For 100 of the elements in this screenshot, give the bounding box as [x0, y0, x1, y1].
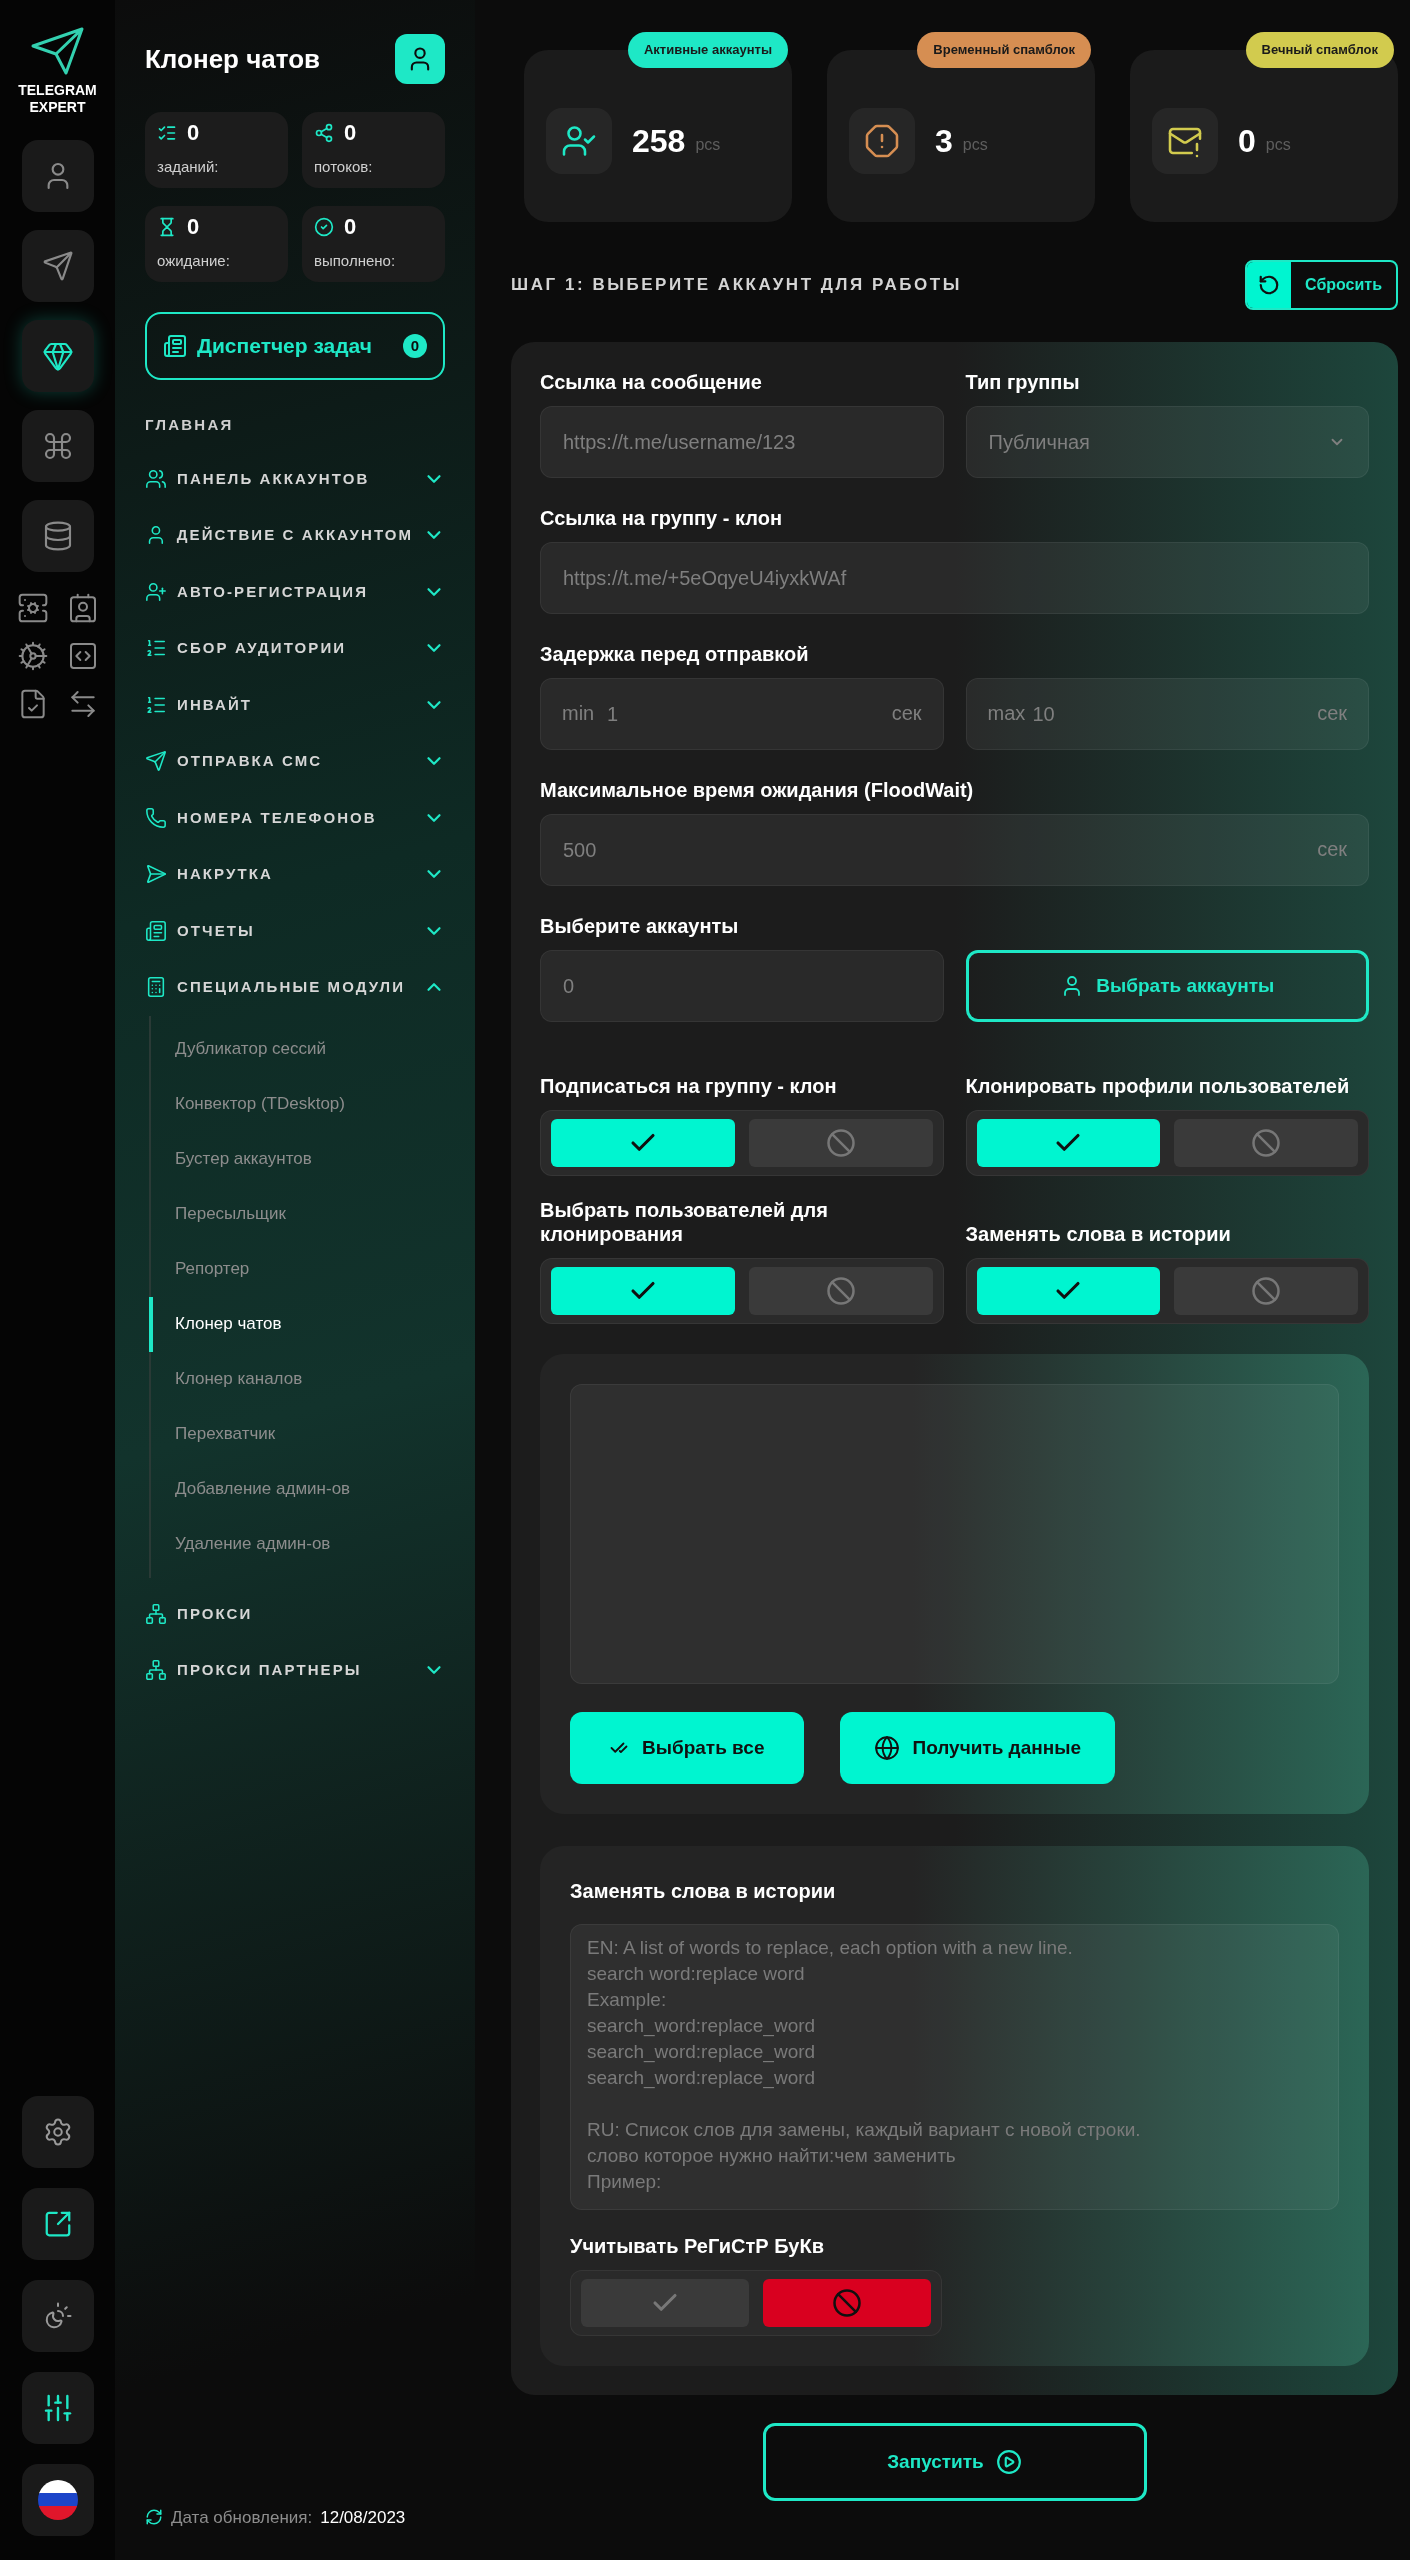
hourglass-icon	[157, 217, 177, 237]
submenu-item[interactable]: Пересыльщик	[149, 1186, 445, 1242]
field-prefix: min	[562, 701, 595, 726]
stat-value: 0	[1238, 122, 1256, 161]
submenu-item[interactable]: Клонер каналов	[149, 1351, 445, 1407]
field-label: Учитывать РеГиСтР БуКв	[570, 2234, 825, 2258]
nav-item[interactable]: СБОР АУДИТОРИИ	[145, 620, 445, 677]
logo-text: TELEGRAM	[18, 82, 97, 99]
yes-no-toggle[interactable]	[540, 1258, 944, 1324]
globe-icon	[874, 1735, 901, 1761]
ban-icon	[825, 1128, 856, 1158]
nav-item[interactable]: НОМЕРА ТЕЛЕФОНОВ	[145, 789, 445, 846]
submenu-item[interactable]: Удаление админ-ов	[149, 1516, 445, 1572]
nav-item[interactable]: ИНВАЙТ	[145, 676, 445, 733]
stat-unit: pcs	[962, 135, 988, 155]
octagon-alert-icon	[864, 123, 900, 159]
submenu-item[interactable]: Конвектор (TDesktop)	[149, 1076, 445, 1132]
language-button[interactable]	[21, 2464, 94, 2536]
yes-no-toggle[interactable]	[965, 1258, 1369, 1324]
counter-value: 0	[187, 122, 200, 144]
field-label: Ссылка на группу - клон	[540, 506, 783, 530]
section-title: Заменять слова в истории	[570, 1879, 837, 1904]
field-label: Выберите аккаунты	[540, 914, 740, 938]
counter-label: потоков:	[314, 156, 374, 177]
fetch-data-button[interactable]: Получить данные	[840, 1712, 1115, 1784]
submenu-item[interactable]: Бустер аккаунтов	[149, 1131, 445, 1187]
field-label: Тип группы	[965, 370, 1081, 394]
external-link-button[interactable]	[21, 2188, 94, 2260]
stat-value: 3	[935, 122, 953, 161]
submenu-item[interactable]: Перехватчик	[149, 1406, 445, 1462]
reset-button[interactable]: Сбросить	[1245, 260, 1398, 310]
yes-no-toggle[interactable]	[570, 2270, 942, 2336]
nav-item[interactable]: ПАНЕЛЬ АККАУНТОВ	[145, 450, 445, 507]
nav-item[interactable]: ДЕЙСТВИЕ С АККАУНТОМ	[145, 507, 445, 564]
counter-value: 0	[344, 216, 357, 238]
select-accounts-button[interactable]: Выбрать аккаунты	[965, 950, 1369, 1022]
settings-button[interactable]	[21, 2096, 94, 2168]
nav-item[interactable]: ОТЧЕТЫ	[145, 902, 445, 959]
newspaper-icon	[145, 919, 167, 942]
submenu-item[interactable]: Клонер чатов	[149, 1296, 445, 1352]
nav-item[interactable]: НАКРУТКА	[145, 846, 445, 903]
theme-button[interactable]	[21, 2280, 94, 2352]
field-label: Задержка перед отправкой	[540, 642, 810, 666]
calculator-icon	[145, 976, 167, 999]
send-icon	[145, 863, 167, 886]
submenu-item[interactable]: Дубликатор сессий	[149, 1021, 445, 1077]
update-date: 12/08/2023	[320, 2506, 406, 2529]
submenu-item[interactable]: Репортер	[149, 1241, 445, 1297]
stat-unit: pcs	[695, 135, 721, 155]
ban-icon	[832, 2288, 862, 2318]
field-label: Заменять слова в истории	[965, 1222, 1231, 1246]
phone-icon	[145, 806, 167, 829]
field-prefix: max	[987, 701, 1026, 726]
logo-icon	[29, 26, 86, 76]
stat-value: 258	[632, 122, 686, 161]
nav-item[interactable]: ОТПРАВКА СМС	[145, 733, 445, 790]
nav-item[interactable]: ПРОКСИ	[145, 1585, 445, 1642]
counter-label: заданий:	[157, 156, 220, 177]
task-manager-button[interactable]: Диспетчер задач 0	[145, 312, 445, 380]
field-label: Клонировать профили пользователей	[965, 1074, 1350, 1098]
field-label: Подписаться на группу - клон	[540, 1074, 837, 1098]
play-icon	[995, 2449, 1022, 2475]
yes-no-toggle[interactable]	[965, 1110, 1369, 1176]
users-icon	[145, 467, 167, 490]
gem-icon	[41, 340, 74, 372]
network-icon	[145, 1602, 167, 1625]
select-all-button[interactable]: Выбрать все	[570, 1712, 805, 1784]
rail-button[interactable]	[21, 500, 94, 572]
stat-badge: Активные аккаунты	[627, 32, 788, 68]
stat-badge: Временный спамблок	[917, 32, 1091, 68]
logo-text: EXPERT	[29, 99, 86, 116]
unit-label: сек	[1317, 701, 1347, 726]
rail-button[interactable]	[21, 320, 94, 392]
nav-item[interactable]: СПЕЦИАЛЬНЫЕ МОДУЛИ	[145, 959, 445, 1016]
profile-button[interactable]	[395, 34, 445, 84]
rail-button[interactable]	[21, 230, 94, 302]
nav-item[interactable]: АВТО-РЕГИСТРАЦИЯ	[145, 563, 445, 620]
field-label: Выбрать пользователей для клонирования	[540, 1198, 829, 1246]
counter-value: 0	[187, 216, 200, 238]
step-title: ШАГ 1: ВЫБЕРИТЕ АККАУНТ ДЛЯ РАБОТЫ	[511, 274, 962, 297]
launch-button[interactable]: Запустить	[762, 2423, 1147, 2501]
ban-icon	[825, 1276, 856, 1306]
section-heading: ГЛАВНАЯ	[145, 415, 235, 435]
update-label: Дата обновления:	[171, 2506, 313, 2529]
nav-item[interactable]: ПРОКСИ ПАРТНЕРЫ	[145, 1642, 445, 1699]
page-title: Клонер чатов	[145, 42, 320, 76]
refresh-icon	[145, 2508, 163, 2527]
user-plus-icon	[145, 580, 167, 603]
field-label: Ссылка на сообщение	[540, 370, 763, 394]
stat-unit: pcs	[1265, 135, 1291, 155]
send-icon	[145, 750, 167, 773]
rail-button[interactable]	[21, 410, 94, 482]
submenu-item[interactable]: Добавление админ-ов	[149, 1461, 445, 1517]
sliders-button[interactable]	[21, 2372, 94, 2444]
counter-label: выполнено:	[314, 250, 397, 271]
yes-no-toggle[interactable]	[540, 1110, 944, 1176]
unit-label: сек	[891, 701, 922, 726]
send-icon	[41, 250, 74, 282]
gear-icon[interactable]	[16, 640, 49, 672]
counter-label: ожидание:	[157, 250, 231, 271]
